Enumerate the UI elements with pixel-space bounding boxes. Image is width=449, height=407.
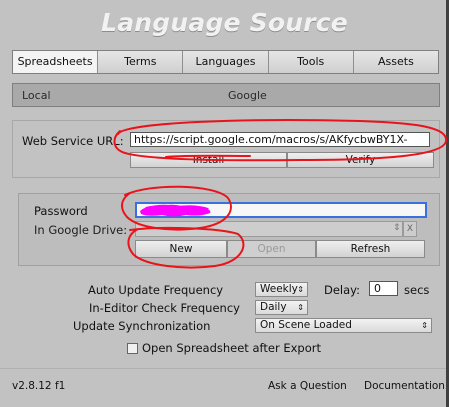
clear-drive-button[interactable]: X (403, 221, 417, 237)
source-toggle-bar (12, 83, 440, 107)
ask-question-link[interactable]: Ask a Question (268, 380, 347, 392)
open-spreadsheet-button[interactable]: Open (227, 240, 316, 258)
install-button[interactable]: Install (130, 152, 287, 168)
web-service-url-input[interactable]: https://script.google.com/macros/s/AKfyc… (130, 132, 430, 147)
auto-update-value: Weekly (260, 283, 298, 295)
secs-label: secs (404, 283, 430, 297)
update-sync-value: On Scene Loaded (260, 319, 352, 331)
source-local-option[interactable]: Local (22, 89, 51, 102)
dropdown-arrows-icon: ⇕ (297, 303, 304, 312)
dropdown-arrows-icon: ⇕ (297, 285, 304, 294)
tab-languages[interactable]: Languages (183, 51, 269, 73)
tab-terms[interactable]: Terms (98, 51, 184, 73)
web-service-url-label: Web Service URL: (22, 134, 124, 148)
google-drive-select[interactable] (135, 221, 403, 237)
dropdown-arrows-icon: ⇕ (393, 223, 401, 233)
update-sync-select[interactable]: On Scene Loaded ⇕ (255, 318, 432, 333)
version-label: v2.8.12 f1 (12, 380, 66, 392)
password-redaction-mark (140, 204, 211, 217)
google-drive-label: In Google Drive: (34, 223, 128, 237)
open-after-export-checkbox[interactable] (127, 343, 138, 354)
password-label: Password (34, 204, 88, 218)
editor-check-value: Daily (260, 301, 287, 313)
editor-check-label: In-Editor Check Frequency (89, 301, 240, 315)
documentation-link[interactable]: Documentation (364, 380, 445, 392)
footer-divider (0, 368, 449, 369)
auto-update-label: Auto Update Frequency (88, 283, 224, 297)
tab-spreadsheets[interactable]: Spreadsheets (13, 51, 99, 73)
open-after-export-label[interactable]: Open Spreadsheet after Export (142, 341, 321, 355)
tab-bar: Spreadsheets Terms Languages Tools Asset… (12, 50, 439, 74)
page-title: Language Source (101, 8, 348, 37)
delay-label: Delay: (324, 283, 361, 297)
web-service-panel (12, 120, 440, 178)
tab-assets[interactable]: Assets (353, 51, 439, 73)
source-google-option[interactable]: Google (228, 89, 267, 102)
update-sync-label: Update Synchronization (73, 319, 211, 333)
delay-input[interactable]: 0 (369, 281, 398, 296)
tab-tools[interactable]: Tools (268, 51, 354, 73)
editor-check-select[interactable]: Daily ⇕ (255, 300, 308, 315)
auto-update-select[interactable]: Weekly ⇕ (255, 282, 308, 297)
dropdown-arrows-icon: ⇕ (421, 321, 428, 330)
verify-button[interactable]: Verify (287, 152, 434, 168)
new-spreadsheet-button[interactable]: New (135, 240, 227, 258)
refresh-button[interactable]: Refresh (316, 240, 425, 258)
